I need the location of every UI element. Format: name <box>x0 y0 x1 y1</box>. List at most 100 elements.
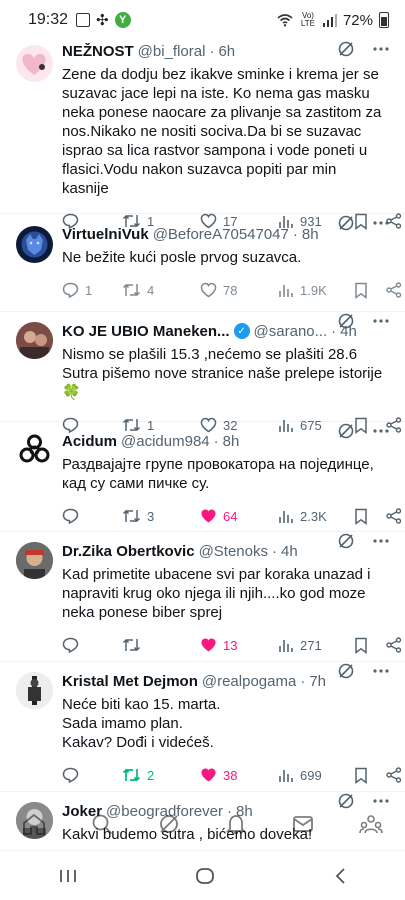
bookmark-icon <box>355 282 367 299</box>
reply-icon <box>62 637 79 653</box>
messages-icon[interactable] <box>292 813 314 835</box>
retweet-icon <box>122 283 141 297</box>
author-name[interactable]: Acidum <box>62 433 117 450</box>
retweet-button[interactable] <box>122 637 200 653</box>
share-button[interactable] <box>386 767 402 783</box>
retweet-count: 3 <box>147 508 155 524</box>
views-button[interactable]: 1.9K <box>278 283 354 298</box>
heart-avatar-icon <box>22 53 46 75</box>
communities-icon[interactable] <box>358 813 383 835</box>
author-handle[interactable]: @Stenoks <box>199 543 268 560</box>
notifications-icon[interactable] <box>225 813 247 835</box>
like-button[interactable]: 64 <box>200 508 278 524</box>
timestamp[interactable]: 7h <box>309 673 326 690</box>
like-button[interactable]: 38 <box>200 767 278 783</box>
reply-button[interactable] <box>62 508 122 524</box>
grok-icon[interactable] <box>337 312 355 330</box>
views-button[interactable]: 699 <box>278 768 354 783</box>
more-icon[interactable] <box>373 221 389 225</box>
author-handle[interactable]: @BeforeA70547047 <box>153 226 289 243</box>
author-name[interactable]: NEŽNOST <box>62 43 134 60</box>
more-icon[interactable] <box>373 429 389 433</box>
system-nav-bar <box>0 850 405 900</box>
more-icon[interactable] <box>373 319 389 323</box>
grok-icon[interactable] <box>337 40 355 58</box>
tweet[interactable]: Dr.Zika Obertkovic @Stenoks · 4h Kad pri… <box>0 532 405 662</box>
grok-icon[interactable] <box>337 662 355 680</box>
signal-icon <box>322 14 337 27</box>
retweet-button[interactable]: 4 <box>122 282 200 298</box>
avatar[interactable] <box>16 672 53 709</box>
notification-icons: ✣ Y <box>76 11 131 29</box>
author-name[interactable]: KO JE UBIO Maneken... <box>62 323 230 340</box>
bookmark-button[interactable] <box>354 508 386 525</box>
views-icon <box>279 510 293 523</box>
author-name[interactable]: Kristal Met Dejmon <box>62 673 198 690</box>
views-icon <box>279 284 293 297</box>
tweet[interactable]: KO JE UBIO Maneken... ✓ @sarano... · 4h … <box>0 312 405 434</box>
author-name[interactable]: Dr.Zika Obertkovic <box>62 543 195 560</box>
timestamp[interactable]: 8h <box>223 433 240 450</box>
share-button[interactable] <box>386 508 402 524</box>
reply-button[interactable] <box>62 767 122 783</box>
like-button[interactable]: 13 <box>200 637 278 653</box>
grok-icon[interactable] <box>337 532 355 550</box>
avatar[interactable] <box>16 432 53 469</box>
retweet-count: 4 <box>147 282 155 298</box>
heart-icon <box>200 282 217 298</box>
tweet[interactable]: Acidum @acidum984 · 8h Раздвајајте групе… <box>0 422 405 532</box>
grok-icon[interactable] <box>337 214 355 232</box>
tweet-text: Nismo se plašili 15.3 ,nećemo se plašiti… <box>62 346 383 401</box>
bookmark-button[interactable] <box>354 282 386 299</box>
reply-icon <box>62 282 79 298</box>
author-handle[interactable]: @realpogama <box>202 673 296 690</box>
recents-icon[interactable] <box>59 868 77 884</box>
views-button[interactable]: 271 <box>278 638 354 653</box>
like-button[interactable]: 78 <box>200 282 278 298</box>
tweet[interactable]: NEŽNOST @bi_floral · 6h Zene da dodju be… <box>0 40 405 230</box>
author-handle[interactable]: @sarano... <box>254 323 328 340</box>
back-icon[interactable] <box>334 867 346 885</box>
bookmark-button[interactable] <box>354 637 386 654</box>
timestamp[interactable]: 4h <box>281 543 298 560</box>
reply-button[interactable]: 1 <box>62 282 122 298</box>
avatar[interactable] <box>16 45 53 82</box>
reply-count: 1 <box>85 282 93 298</box>
app-notification-icon: Y <box>114 12 131 28</box>
pinwheel-notification-icon: ✣ <box>96 12 109 29</box>
tweet[interactable]: VirtuelniVuk @BeforeA70547047 · 8h Ne be… <box>0 214 405 312</box>
retweet-button[interactable]: 2 <box>122 767 200 783</box>
views-icon <box>279 639 293 652</box>
avatar[interactable] <box>16 226 53 263</box>
share-button[interactable] <box>386 637 402 653</box>
avatar[interactable] <box>16 322 53 359</box>
reply-button[interactable] <box>62 637 122 653</box>
share-button[interactable] <box>386 282 402 298</box>
more-icon[interactable] <box>373 539 389 543</box>
home-button-icon[interactable] <box>195 867 215 885</box>
author-handle[interactable]: @acidum984 <box>121 433 210 450</box>
share-icon <box>386 282 402 298</box>
timestamp[interactable]: 6h <box>218 43 235 60</box>
avatar[interactable] <box>16 542 53 579</box>
grok-icon[interactable] <box>337 422 355 440</box>
more-icon[interactable] <box>373 669 389 673</box>
lte-label: Vo) LTE <box>300 11 315 28</box>
bottom-nav <box>0 798 405 850</box>
grok-nav-icon[interactable] <box>158 813 180 835</box>
views-icon <box>279 769 293 782</box>
bookmark-button[interactable] <box>354 767 386 784</box>
timestamp[interactable]: 8h <box>302 226 319 243</box>
retweet-button[interactable]: 3 <box>122 508 200 524</box>
author-name[interactable]: VirtuelniVuk <box>62 226 149 243</box>
retweet-icon <box>122 638 141 652</box>
home-icon[interactable] <box>22 813 46 835</box>
tweet[interactable]: Kristal Met Dejmon @realpogama · 7h Neće… <box>0 662 405 792</box>
tweet-text: Neće biti kao 15. marta. Sada imamo plan… <box>62 696 221 751</box>
timeline-feed[interactable]: NEŽNOST @bi_floral · 6h Zene da dodju be… <box>0 40 405 852</box>
search-icon[interactable] <box>91 813 113 835</box>
user-avatar-icon <box>16 322 53 359</box>
more-icon[interactable] <box>373 47 389 51</box>
views-button[interactable]: 2.3K <box>278 509 354 524</box>
author-handle[interactable]: @bi_floral <box>138 43 206 60</box>
